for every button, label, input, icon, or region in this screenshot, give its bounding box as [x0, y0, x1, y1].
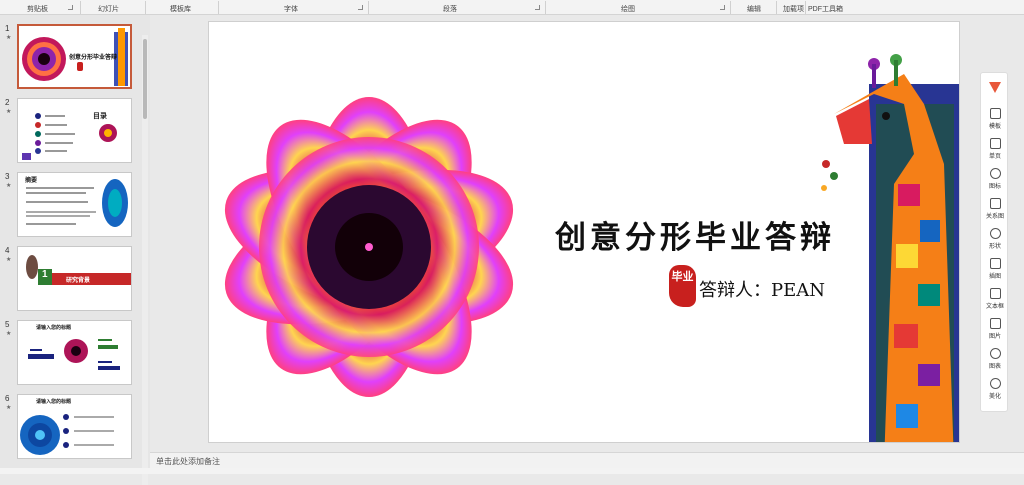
tool-shape[interactable]: 形状 [981, 225, 1009, 255]
slide-thumbnail-3[interactable]: 摘要 [17, 172, 132, 237]
thumbnail-4-chapter: 1 [42, 269, 48, 280]
ribbon-divider [368, 1, 369, 14]
paragraph-launcher-icon[interactable] [535, 5, 540, 10]
thumbnail-5-title: 请输入您的标题 [36, 325, 72, 331]
slide-number: 1 [5, 24, 10, 33]
picture-icon [989, 318, 1001, 329]
clipboard-launcher-icon[interactable] [68, 5, 73, 10]
single-page-icon [989, 138, 1001, 149]
ribbon-divider [545, 1, 546, 14]
animation-star-icon: ★ [6, 405, 12, 411]
slide-title[interactable]: 创意分形毕业答辩 [555, 212, 835, 257]
font-launcher-icon[interactable] [358, 5, 363, 10]
drawing-launcher-icon[interactable] [720, 5, 725, 10]
animation-star-icon: ★ [6, 109, 12, 115]
slide-thumbnail-row-1[interactable]: 1 ★ 创意分形毕业答辩 [0, 24, 140, 90]
thumbnail-6-title: 请输入您的标题 [36, 399, 72, 405]
slide-thumbnail-2[interactable]: 目录 [17, 98, 132, 163]
slide-thumbnail-1[interactable]: 创意分形毕业答辩 [17, 24, 132, 89]
side-tools-panel: 模板 单页 图标 关系图 形状 插图 文本框 图片 图表 美化 [980, 72, 1008, 412]
ribbon-divider [805, 1, 806, 14]
slide-thumbnail-row-6[interactable]: 6 ★ 请输入您的标题 [0, 394, 140, 460]
slide-number: 3 [5, 172, 10, 181]
logo-icon [989, 82, 1001, 93]
relationship-chart-icon [989, 198, 1001, 209]
animation-star-icon: ★ [6, 257, 12, 263]
slide-thumbnail-6[interactable]: 请输入您的标题 [17, 394, 132, 459]
notes-pane[interactable]: 单击此处添加备注 [150, 452, 1024, 468]
current-slide[interactable]: 创意分形毕业答辩 毕业 答辩人：PEAN [208, 21, 960, 443]
ribbon-group-templates: 模板库 [170, 6, 191, 13]
slide-number: 5 [5, 320, 10, 329]
animation-star-icon: ★ [6, 183, 12, 189]
tool-relationship-chart[interactable]: 关系图 [981, 195, 1009, 225]
ribbon-divider [218, 1, 219, 14]
shape-icon [989, 228, 1001, 239]
status-bar [0, 468, 1024, 474]
thumbnail-4-label: 研究背景 [66, 278, 91, 284]
slide-canvas-area: 创意分形毕业答辩 毕业 答辩人：PEAN 模板 单页 图标 关系图 形状 插图 … [150, 15, 1024, 452]
tool-picture[interactable]: 图片 [981, 315, 1009, 345]
ribbon-group-paragraph: 段落 [443, 6, 457, 13]
tool-chart[interactable]: 图表 [981, 345, 1009, 375]
animation-star-icon: ★ [6, 35, 12, 41]
thumbnail-scrollbar[interactable] [142, 35, 148, 485]
slide-thumbnail-row-5[interactable]: 5 ★ 请输入您的标题 [0, 320, 140, 386]
tool-single-page[interactable]: 单页 [981, 135, 1009, 165]
giraffe-painting-image[interactable] [814, 44, 960, 443]
tool-beautify[interactable]: 美化 [981, 375, 1009, 405]
tool-logo[interactable] [981, 75, 1009, 105]
ribbon-group-editing: 编辑 [747, 6, 761, 13]
slide-thumbnail-row-4[interactable]: 4 ★ 1 研究背景 [0, 246, 140, 312]
slide-number: 2 [5, 98, 10, 107]
ribbon-divider [145, 1, 146, 14]
notes-placeholder[interactable]: 单击此处添加备注 [156, 456, 220, 467]
thumbnail-scrollbar-thumb[interactable] [143, 39, 147, 119]
ribbon-group-pdf-toolbox: PDF工具箱 [808, 6, 843, 13]
presenter-text[interactable]: 答辩人：PEAN [699, 276, 825, 302]
ribbon-group-slides: 幻灯片 [98, 6, 119, 13]
slide-thumbnail-4[interactable]: 1 研究背景 [17, 246, 132, 311]
icon-grid-icon [989, 168, 1001, 179]
thumbnail-2-title: 目录 [93, 113, 107, 120]
thumbnail-1-seal [77, 62, 83, 71]
butterfly-icon [989, 258, 1001, 269]
slide-thumbnail-row-2[interactable]: 2 ★ 目录 [0, 98, 140, 164]
textbox-icon [989, 288, 1001, 299]
ribbon-divider [730, 1, 731, 14]
tool-icon-library[interactable]: 图标 [981, 165, 1009, 195]
fractal-flower-image[interactable] [209, 82, 529, 412]
tool-template[interactable]: 模板 [981, 105, 1009, 135]
palette-icon [989, 378, 1001, 389]
tool-illustration[interactable]: 插图 [981, 255, 1009, 285]
seal-stamp[interactable]: 毕业 [669, 265, 696, 307]
chart-icon [989, 348, 1001, 359]
thumbnail-2-art [22, 113, 117, 160]
ribbon-group-clipboard: 剪贴板 [27, 6, 48, 13]
ribbon-divider [80, 1, 81, 14]
ribbon-group-labels: 剪贴板 幻灯片 模板库 字体 段落 绘图 编辑 加载项 PDF工具箱 [0, 0, 1024, 15]
ribbon-group-addins: 加载项 [783, 6, 804, 13]
slide-thumbnail-pane: 1 ★ 创意分形毕业答辩 2 ★ 目录 3 ★ 摘要 4 ★ 1 研究背景 5 … [0, 15, 150, 485]
ribbon-group-drawing: 绘图 [621, 6, 635, 13]
thumbnail-1-title: 创意分形毕业答辩 [69, 55, 118, 61]
animation-star-icon: ★ [6, 331, 12, 337]
slide-number: 4 [5, 246, 10, 255]
ribbon-divider [776, 1, 777, 14]
thumbnail-3-title: 摘要 [25, 178, 38, 184]
slide-thumbnail-5[interactable]: 请输入您的标题 [17, 320, 132, 385]
tool-textbox[interactable]: 文本框 [981, 285, 1009, 315]
template-icon [989, 108, 1001, 119]
slide-number: 6 [5, 394, 10, 403]
slide-thumbnail-row-3[interactable]: 3 ★ 摘要 [0, 172, 140, 238]
ribbon-group-font: 字体 [284, 6, 298, 13]
